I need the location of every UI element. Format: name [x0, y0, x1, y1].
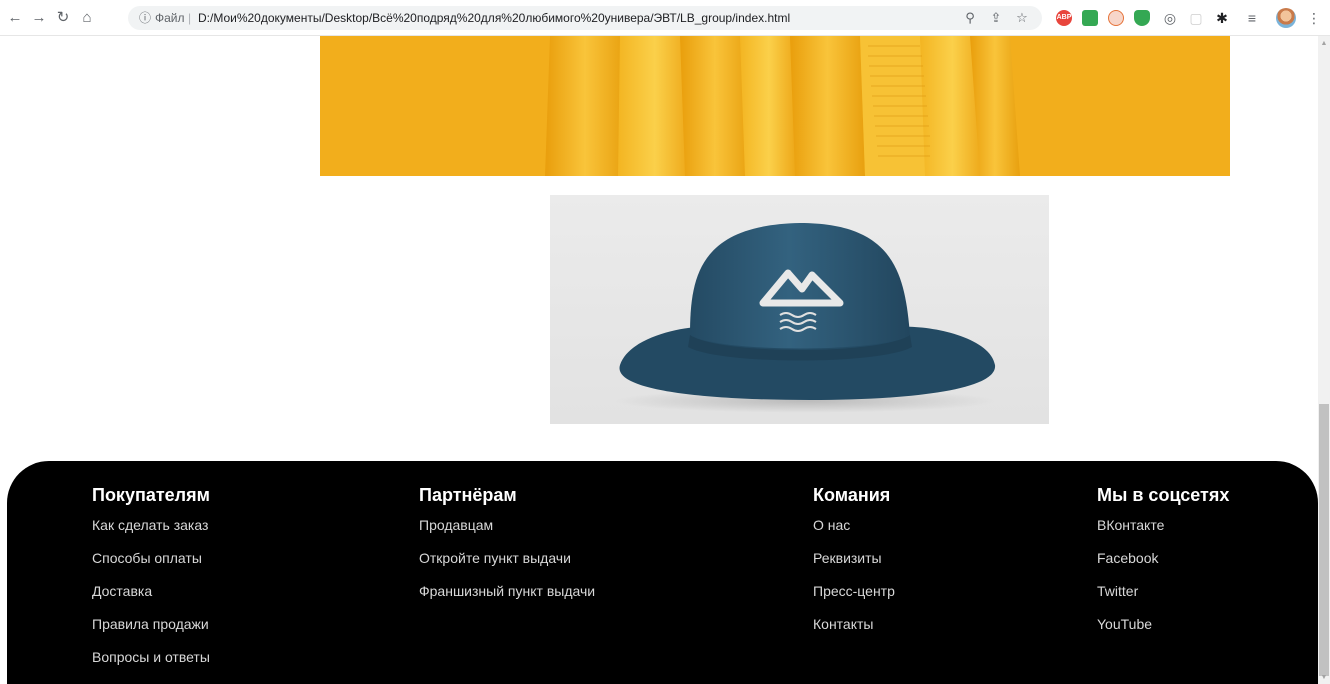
footer-link[interactable]: О нас: [813, 517, 895, 533]
extension-icon[interactable]: [1082, 10, 1098, 26]
footer-link[interactable]: Способы оплаты: [92, 550, 210, 566]
address-bar[interactable]: ⓘ Файл | D:/Мои%20документы/Desktop/Всё%…: [128, 6, 1042, 30]
extension-square-icon[interactable]: ▢: [1188, 9, 1204, 27]
footer-link-twitter[interactable]: Twitter: [1097, 583, 1229, 599]
clothes-banner-image: [320, 36, 1230, 176]
menu-kebab-icon[interactable]: ⋮: [1306, 9, 1322, 27]
url-text[interactable]: D:/Мои%20документы/Desktop/Всё%20подряд%…: [198, 6, 790, 30]
footer-link[interactable]: Контакты: [813, 616, 895, 632]
footer-link[interactable]: Вопросы и ответы: [92, 649, 210, 665]
scroll-down-arrow-icon[interactable]: ▼: [1318, 672, 1330, 684]
url-separator: |: [188, 11, 192, 25]
footer-link[interactable]: Пресс-центр: [813, 583, 895, 599]
footer-link-youtube[interactable]: YouTube: [1097, 616, 1229, 632]
footer-column-company: Комания О нас Реквизиты Пресс-центр Конт…: [813, 484, 895, 649]
file-scheme-label: Файл: [155, 11, 185, 25]
footer-link[interactable]: Доставка: [92, 583, 210, 599]
adblock-extension-icon[interactable]: ABP: [1056, 10, 1072, 26]
footer-link-vk[interactable]: ВКонтакте: [1097, 517, 1229, 533]
footer-link[interactable]: Откройте пункт выдачи: [419, 550, 595, 566]
footer-heading: Покупателям: [92, 485, 210, 505]
profile-avatar[interactable]: [1276, 8, 1296, 28]
footer-column-buyers: Покупателям Как сделать заказ Способы оп…: [92, 484, 210, 682]
scroll-up-arrow-icon[interactable]: ▲: [1318, 38, 1330, 50]
browser-toolbar: ← → ↻ ⌂ ⓘ Файл | D:/Мои%20документы/Desk…: [0, 0, 1330, 36]
forward-icon[interactable]: →: [30, 9, 48, 27]
reload-icon[interactable]: ↻: [54, 9, 72, 27]
footer-link[interactable]: Франшизный пункт выдачи: [419, 583, 595, 599]
scrollbar-thumb[interactable]: [1319, 404, 1329, 676]
yellow-clothes-illustration: [320, 36, 1230, 176]
footer-link[interactable]: Правила продажи: [92, 616, 210, 632]
bucket-hat-image: [550, 195, 1049, 424]
footer-heading: Партнёрам: [419, 485, 517, 505]
extension-icon[interactable]: [1108, 10, 1124, 26]
site-footer: Покупателям Как сделать заказ Способы оп…: [7, 461, 1318, 684]
info-circle-icon[interactable]: ⓘ: [139, 6, 151, 30]
shield-extension-icon[interactable]: [1134, 10, 1150, 26]
bookmark-star-icon[interactable]: ☆: [1014, 6, 1030, 30]
zoom-icon[interactable]: ⚲: [962, 6, 978, 30]
footer-link[interactable]: Как сделать заказ: [92, 517, 210, 533]
footer-heading: Мы в соцсетях: [1097, 485, 1230, 505]
footer-column-social: Мы в соцсетях ВКонтакте Facebook Twitter…: [1097, 484, 1229, 649]
back-icon[interactable]: ←: [6, 9, 24, 27]
home-icon[interactable]: ⌂: [78, 9, 96, 27]
footer-column-partners: Партнёрам Продавцам Откройте пункт выдач…: [419, 484, 595, 616]
footer-link[interactable]: Продавцам: [419, 517, 595, 533]
share-icon[interactable]: ⇪: [988, 6, 1004, 30]
extension-circle-icon[interactable]: ◎: [1162, 9, 1178, 27]
reading-list-icon[interactable]: ≡: [1244, 9, 1260, 27]
bucket-hat-illustration: [615, 223, 996, 413]
footer-heading: Комания: [813, 485, 891, 505]
footer-link-facebook[interactable]: Facebook: [1097, 550, 1229, 566]
puzzle-extensions-icon[interactable]: ✱: [1214, 9, 1230, 27]
footer-link[interactable]: Реквизиты: [813, 550, 895, 566]
